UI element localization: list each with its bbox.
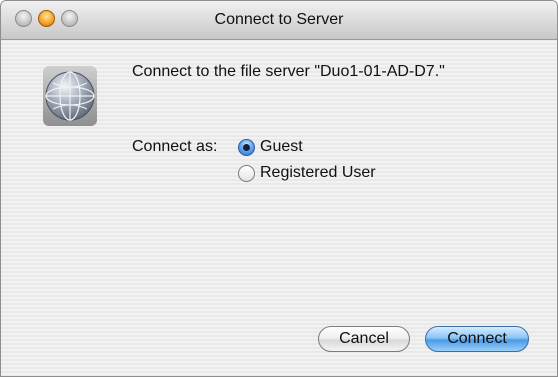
radio-registered-user-label: Registered User <box>260 164 376 181</box>
connect-button[interactable]: Connect <box>425 326 529 352</box>
window-title: Connect to Server <box>214 11 344 28</box>
connect-as-label: Connect as: <box>132 138 218 155</box>
radio-selected-icon[interactable] <box>238 138 255 156</box>
radio-registered-user[interactable]: Registered User <box>238 164 376 182</box>
cancel-button[interactable]: Cancel <box>318 326 410 352</box>
title-bar[interactable]: Connect to Server <box>1 1 557 40</box>
radio-guest-label: Guest <box>260 138 303 155</box>
connect-message: Connect to the file server "Duo1-01-AD-D… <box>132 63 445 80</box>
globe-network-icon <box>43 66 97 126</box>
radio-unselected-icon[interactable] <box>238 164 255 182</box>
connect-to-server-window: Connect to Server Connect to the file se… <box>0 0 558 377</box>
radio-guest[interactable]: Guest <box>238 138 303 156</box>
